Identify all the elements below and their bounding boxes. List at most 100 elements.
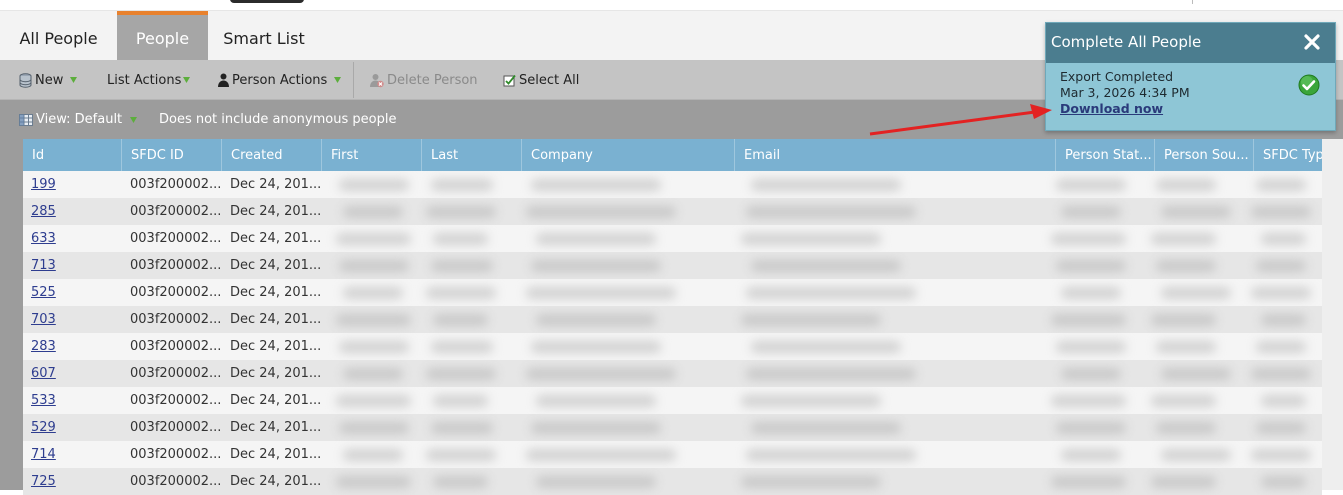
table-row[interactable]: 713 003f200002... Dec 24, 201... — [23, 252, 1322, 279]
export-status: Export Completed — [1060, 69, 1174, 84]
export-timestamp: Mar 3, 2026 4:34 PM — [1060, 85, 1190, 100]
redacted-text — [339, 422, 409, 434]
redacted-text — [531, 422, 661, 434]
redacted-text — [433, 233, 488, 245]
select-all-label: Select All — [519, 72, 580, 88]
top-divider — [1192, 0, 1193, 4]
table-row[interactable]: 714 003f200002... Dec 24, 201... — [23, 441, 1322, 468]
person-id-link[interactable]: 725 — [31, 474, 56, 489]
redacted-text — [1261, 233, 1306, 245]
redacted-text — [433, 395, 488, 407]
redacted-text — [1151, 476, 1216, 488]
delete-person-label: Delete Person — [387, 72, 478, 88]
select-all-button[interactable]: Select All — [503, 60, 579, 100]
close-icon[interactable] — [1303, 33, 1321, 51]
person-actions-button[interactable]: Person Actions — [218, 60, 342, 100]
person-id-link[interactable]: 529 — [31, 420, 56, 435]
check-circle-icon — [1298, 74, 1320, 96]
new-button[interactable]: New — [19, 60, 78, 100]
table-row[interactable]: 703 003f200002... Dec 24, 201... — [23, 306, 1322, 333]
cell-created: Dec 24, 201... — [230, 231, 322, 246]
redacted-text — [526, 206, 676, 218]
column-header-first[interactable]: First — [322, 139, 422, 171]
person-id-link[interactable]: 633 — [31, 231, 56, 246]
table-row[interactable]: 533 003f200002... Dec 24, 201... — [23, 387, 1322, 414]
cell-sfdc-id: 003f200002... — [130, 258, 222, 273]
person-id-link[interactable]: 607 — [31, 366, 56, 381]
table-row[interactable]: 283 003f200002... Dec 24, 201... — [23, 333, 1322, 360]
redacted-text — [1251, 287, 1311, 299]
person-id-link[interactable]: 533 — [31, 393, 56, 408]
person-icon — [218, 73, 229, 87]
column-header-sfdc-id[interactable]: SFDC ID — [122, 139, 222, 171]
tab-smart-list[interactable]: Smart List — [208, 11, 320, 60]
column-header-person-source[interactable]: Person Sou... — [1155, 139, 1254, 171]
cell-sfdc-id: 003f200002... — [130, 339, 222, 354]
redacted-text — [1161, 206, 1231, 218]
redacted-cells — [321, 171, 1322, 198]
column-header-sfdc-type[interactable]: SFDC Type — [1254, 139, 1322, 171]
person-id-link[interactable]: 285 — [31, 204, 56, 219]
person-id-link[interactable]: 714 — [31, 447, 56, 462]
redacted-text — [1061, 368, 1121, 380]
redacted-text — [751, 422, 901, 434]
tab-all-people[interactable]: All People — [0, 11, 117, 60]
list-actions-button[interactable]: List Actions — [107, 60, 191, 100]
person-id-link[interactable]: 525 — [31, 285, 56, 300]
redacted-text — [1156, 422, 1216, 434]
column-header-created[interactable]: Created — [222, 139, 322, 171]
redacted-text — [1051, 233, 1126, 245]
redacted-text — [1061, 449, 1121, 461]
tab-people[interactable]: People — [117, 11, 208, 60]
grid-view-icon — [19, 113, 33, 126]
redacted-text — [531, 341, 661, 353]
redacted-text — [536, 314, 656, 326]
anonymous-note: Does not include anonymous people — [159, 112, 397, 127]
redacted-text — [531, 179, 661, 191]
download-now-link[interactable]: Download now — [1060, 101, 1163, 116]
redacted-text — [1051, 314, 1126, 326]
person-id-link[interactable]: 283 — [31, 339, 56, 354]
redacted-text — [1161, 449, 1231, 461]
redacted-text — [536, 395, 656, 407]
column-header-company[interactable]: Company — [522, 139, 735, 171]
table-row[interactable]: 607 003f200002... Dec 24, 201... — [23, 360, 1322, 387]
checkbox-icon — [503, 74, 516, 87]
column-header-last[interactable]: Last — [422, 139, 522, 171]
table-row[interactable]: 525 003f200002... Dec 24, 201... — [23, 279, 1322, 306]
redacted-text — [431, 260, 493, 272]
redacted-cells — [321, 198, 1322, 225]
table-row[interactable]: 529 003f200002... Dec 24, 201... — [23, 414, 1322, 441]
table-row[interactable]: 285 003f200002... Dec 24, 201... — [23, 198, 1322, 225]
column-header-id[interactable]: Id — [23, 139, 122, 171]
cell-created: Dec 24, 201... — [230, 447, 322, 462]
redacted-text — [536, 233, 656, 245]
view-selector[interactable]: View: Default — [19, 100, 138, 139]
green-triangle-icon — [70, 77, 78, 83]
person-id-link[interactable]: 199 — [31, 177, 56, 192]
person-id-link[interactable]: 703 — [31, 312, 56, 327]
redacted-cells — [321, 279, 1322, 306]
redacted-text — [1156, 260, 1216, 272]
column-header-email[interactable]: Email — [735, 139, 1056, 171]
new-label: New — [35, 72, 64, 88]
redacted-text — [339, 179, 409, 191]
table-row[interactable]: 633 003f200002... Dec 24, 201... — [23, 225, 1322, 252]
cell-id: 607 — [23, 360, 122, 387]
delete-person-button[interactable]: Delete Person — [370, 60, 478, 100]
redacted-text — [343, 206, 403, 218]
redacted-text — [1261, 395, 1306, 407]
redacted-text — [1256, 260, 1306, 272]
redacted-text — [1261, 476, 1306, 488]
cell-sfdc-id: 003f200002... — [130, 393, 222, 408]
person-id-link[interactable]: 713 — [31, 258, 56, 273]
grid-left-gutter — [0, 139, 23, 490]
redacted-text — [339, 341, 409, 353]
redacted-text — [1061, 206, 1121, 218]
table-row[interactable]: 199 003f200002... Dec 24, 201... — [23, 171, 1322, 198]
column-header-person-status[interactable]: Person Stat... — [1056, 139, 1155, 171]
redacted-text — [431, 179, 493, 191]
cell-created: Dec 24, 201... — [230, 177, 322, 192]
table-row[interactable]: 725 003f200002... Dec 24, 201... — [23, 468, 1322, 495]
redacted-text — [1051, 395, 1126, 407]
